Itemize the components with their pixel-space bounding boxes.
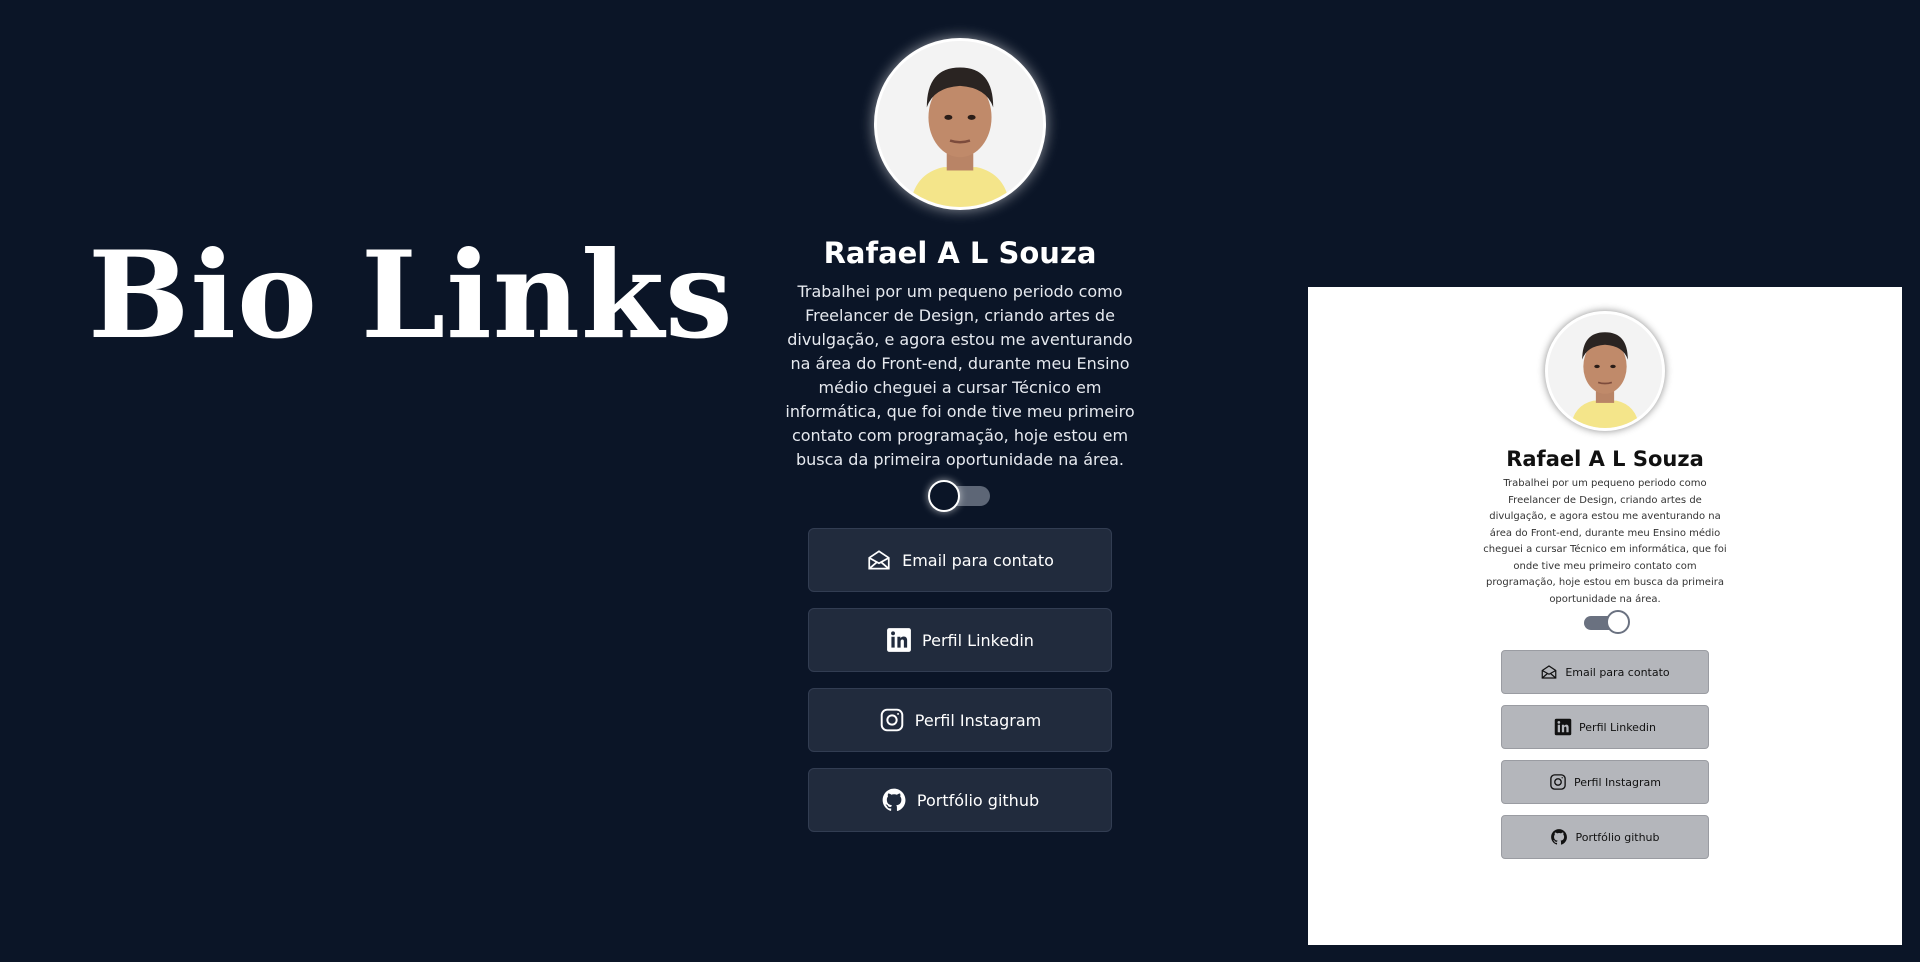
linkedin-icon bbox=[1554, 718, 1572, 736]
email-link-label: Email para contato bbox=[902, 550, 1054, 570]
profile-card-dark: Rafael A L Souza Trabalhei por um pequen… bbox=[780, 38, 1140, 832]
linkedin-link-button[interactable]: Perfil Linkedin bbox=[808, 608, 1112, 672]
linkedin-link-label: Perfil Linkedin bbox=[922, 630, 1034, 650]
profile-bio: Trabalhei por um pequeno periodo como Fr… bbox=[785, 282, 1135, 469]
github-icon bbox=[1551, 829, 1568, 845]
preview-profile-bio: Trabalhei por um pequeno periodo como Fr… bbox=[1483, 478, 1727, 605]
hero-title: Bio Links bbox=[88, 225, 734, 366]
preview-linkedin-link-label: Perfil Linkedin bbox=[1579, 720, 1656, 734]
email-link-button[interactable]: Email para contato bbox=[808, 528, 1112, 592]
preview-theme-toggle-knob[interactable] bbox=[1606, 610, 1630, 634]
theme-toggle[interactable] bbox=[928, 480, 990, 512]
preview-profile-avatar bbox=[1545, 311, 1665, 431]
linkedin-icon bbox=[887, 628, 911, 652]
light-theme-preview: Rafael A L Souza Trabalhei por um pequen… bbox=[1308, 287, 1902, 945]
profile-photo-image bbox=[877, 41, 1043, 207]
envelope-icon bbox=[1541, 665, 1557, 679]
github-icon bbox=[882, 788, 906, 811]
preview-instagram-link-label: Perfil Instagram bbox=[1574, 775, 1661, 789]
preview-github-link-button[interactable]: Portfólio github bbox=[1501, 815, 1709, 859]
preview-instagram-link-button[interactable]: Perfil Instagram bbox=[1501, 760, 1709, 804]
profile-name: Rafael A L Souza bbox=[823, 236, 1097, 270]
preview-links-list: Email para contato Perfil Linkedin Perfi… bbox=[1501, 650, 1709, 859]
theme-toggle-knob[interactable] bbox=[928, 480, 960, 512]
profile-avatar bbox=[874, 38, 1046, 210]
preview-email-link-button[interactable]: Email para contato bbox=[1501, 650, 1709, 694]
profile-card-light: Rafael A L Souza Trabalhei por um pequen… bbox=[1308, 311, 1902, 859]
github-link-label: Portfólio github bbox=[916, 790, 1040, 810]
preview-github-link-label: Portfólio github bbox=[1575, 830, 1660, 844]
preview-email-link-label: Email para contato bbox=[1565, 665, 1670, 679]
links-list: Email para contato Perfil Linkedin Perfi… bbox=[808, 528, 1112, 832]
preview-profile-photo-image bbox=[1548, 314, 1662, 428]
instagram-link-button[interactable]: Perfil Instagram bbox=[808, 688, 1112, 752]
preview-linkedin-link-button[interactable]: Perfil Linkedin bbox=[1501, 705, 1709, 749]
preview-theme-toggle[interactable] bbox=[1584, 610, 1630, 634]
github-link-button[interactable]: Portfólio github bbox=[808, 768, 1112, 832]
preview-profile-name: Rafael A L Souza bbox=[1506, 447, 1704, 471]
instagram-icon bbox=[880, 708, 904, 732]
instagram-link-label: Perfil Instagram bbox=[914, 710, 1042, 730]
envelope-icon bbox=[868, 550, 890, 570]
instagram-icon bbox=[1550, 774, 1566, 790]
